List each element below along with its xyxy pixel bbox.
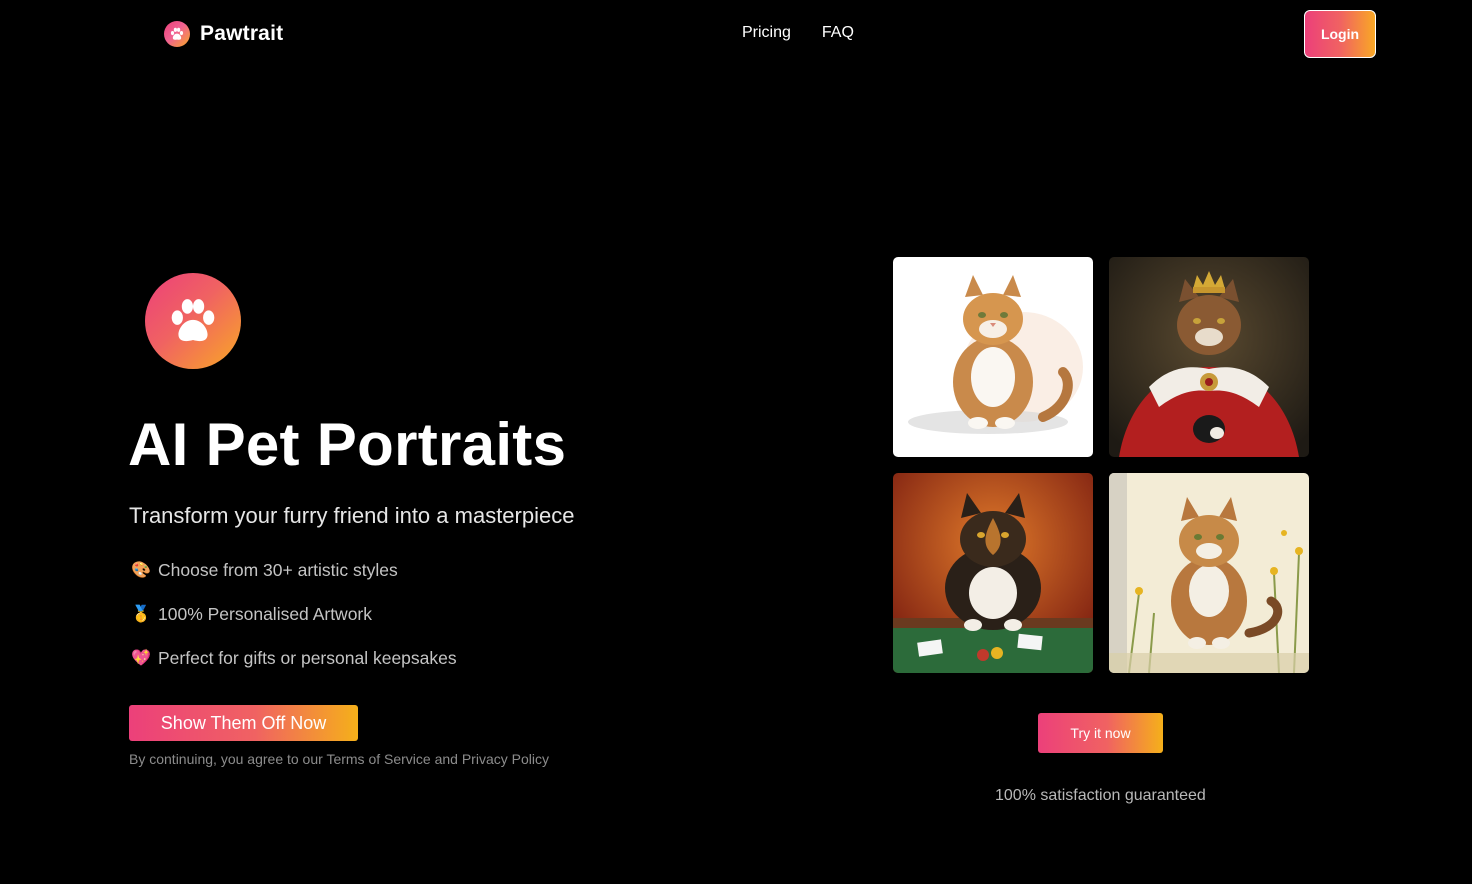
landing-page: Pawtrait Pricing FAQ Login AI Pet Portra…	[0, 0, 1472, 884]
paw-logo-icon	[164, 21, 190, 47]
main-nav: Pricing FAQ	[742, 24, 854, 42]
brand-name: Pawtrait	[200, 22, 284, 45]
medal-icon: 🥇	[131, 606, 151, 623]
cat-watercolor-portrait	[893, 257, 1093, 457]
cat-poker-portrait	[893, 473, 1093, 673]
legal-notice: By continuing, you agree to our Terms of…	[129, 751, 549, 767]
nav-faq[interactable]: FAQ	[822, 24, 854, 42]
cat-royal-portrait	[1109, 257, 1309, 457]
privacy-link[interactable]: Privacy Policy	[462, 751, 549, 767]
feature-list: 🎨 Choose from 30+ artistic styles 🥇 100%…	[131, 559, 457, 691]
cat-garden-portrait	[1109, 473, 1309, 673]
feature-item: 🥇 100% Personalised Artwork	[131, 603, 457, 625]
hero-title: AI Pet Portraits	[128, 411, 567, 478]
feature-item: 🎨 Choose from 30+ artistic styles	[131, 559, 457, 581]
hero-subtitle: Transform your furry friend into a maste…	[129, 503, 575, 528]
feature-text: 100% Personalised Artwork	[158, 603, 372, 624]
feature-item: 💖 Perfect for gifts or personal keepsake…	[131, 647, 457, 669]
legal-prefix: By continuing, you agree to our	[129, 751, 327, 767]
nav-pricing[interactable]: Pricing	[742, 24, 791, 42]
login-button[interactable]: Login	[1304, 10, 1376, 58]
guarantee-text: 100% satisfaction guaranteed	[995, 787, 1206, 804]
feature-text: Perfect for gifts or personal keepsakes	[158, 647, 457, 668]
terms-link[interactable]: Terms of Service	[326, 751, 430, 767]
try-it-now-button[interactable]: Try it now	[1038, 713, 1163, 753]
paw-hero-icon	[145, 273, 241, 369]
show-them-off-button[interactable]: Show Them Off Now	[129, 705, 358, 741]
brand[interactable]: Pawtrait	[164, 21, 283, 47]
feature-text: Choose from 30+ artistic styles	[158, 559, 398, 580]
palette-icon: 🎨	[131, 562, 151, 579]
legal-middle: and	[430, 751, 462, 767]
portrait-gallery	[893, 257, 1309, 673]
heart-icon: 💖	[131, 650, 151, 667]
